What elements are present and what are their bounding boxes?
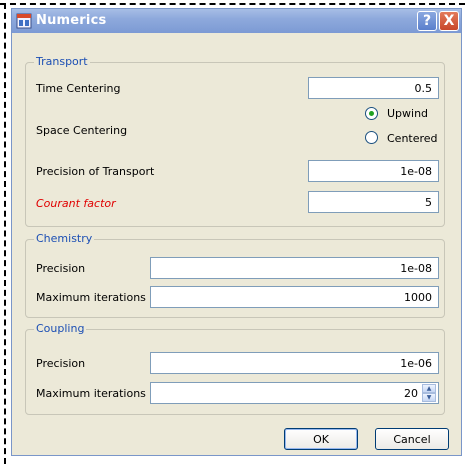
coupling-max-iterations-spinbox[interactable]: 20 ▲ ▼	[150, 382, 439, 404]
title-bar[interactable]: Numerics ? X	[12, 9, 461, 33]
precision-of-transport-label: Precision of Transport	[36, 165, 155, 178]
centered-label[interactable]: Centered	[387, 132, 438, 145]
coupling-group-title: Coupling	[34, 322, 87, 335]
radio-selected-dot	[369, 111, 374, 116]
coupling-group: Coupling Precision 1e-06 Maximum iterati…	[25, 322, 445, 415]
window-title: Numerics	[36, 13, 107, 28]
time-centering-field[interactable]: 0.5	[308, 77, 439, 99]
coupling-precision-label: Precision	[36, 357, 86, 370]
coupling-precision-field[interactable]: 1e-06	[150, 352, 439, 374]
numerics-dialog: Numerics ? X Transport Time Centering 0.…	[11, 8, 462, 456]
chemistry-max-iterations-label: Maximum iterations	[36, 291, 146, 304]
chemistry-group: Chemistry Precision 1e-08 Maximum iterat…	[25, 232, 445, 318]
cancel-button[interactable]: Cancel	[375, 428, 449, 450]
close-button[interactable]: X	[439, 11, 459, 31]
chemistry-precision-field[interactable]: 1e-08	[150, 257, 439, 279]
app-window-icon	[16, 13, 32, 29]
help-button[interactable]: ?	[417, 11, 437, 31]
precision-of-transport-field[interactable]: 1e-08	[308, 160, 439, 182]
courant-factor-label: Courant factor	[36, 197, 116, 210]
courant-factor-field[interactable]: 5	[308, 191, 439, 213]
close-icon: X	[443, 13, 455, 29]
spinner-buttons: ▲ ▼	[422, 384, 436, 402]
chevron-up-icon[interactable]: ▲	[422, 384, 436, 393]
upwind-label[interactable]: Upwind	[387, 107, 428, 120]
space-centering-label: Space Centering	[36, 124, 128, 137]
centered-radio[interactable]	[365, 131, 378, 144]
chemistry-max-iterations-field[interactable]: 1000	[150, 286, 439, 308]
time-centering-label: Time Centering	[36, 82, 121, 95]
chevron-down-icon[interactable]: ▼	[422, 393, 436, 402]
help-icon: ?	[422, 13, 432, 29]
chemistry-group-title: Chemistry	[34, 232, 95, 245]
screenshot-frame: Numerics ? X Transport Time Centering 0.…	[0, 0, 465, 464]
coupling-max-iterations-label: Maximum iterations	[36, 387, 146, 400]
coupling-max-iterations-value: 20	[404, 387, 418, 400]
ok-button[interactable]: OK	[284, 428, 358, 450]
chemistry-precision-label: Precision	[36, 262, 86, 275]
transport-group: Transport Time Centering 0.5 Space Cente…	[25, 55, 445, 227]
upwind-radio[interactable]	[365, 107, 378, 120]
selection-border-left	[4, 3, 6, 464]
transport-group-title: Transport	[34, 55, 90, 68]
selection-border-top	[0, 3, 465, 5]
